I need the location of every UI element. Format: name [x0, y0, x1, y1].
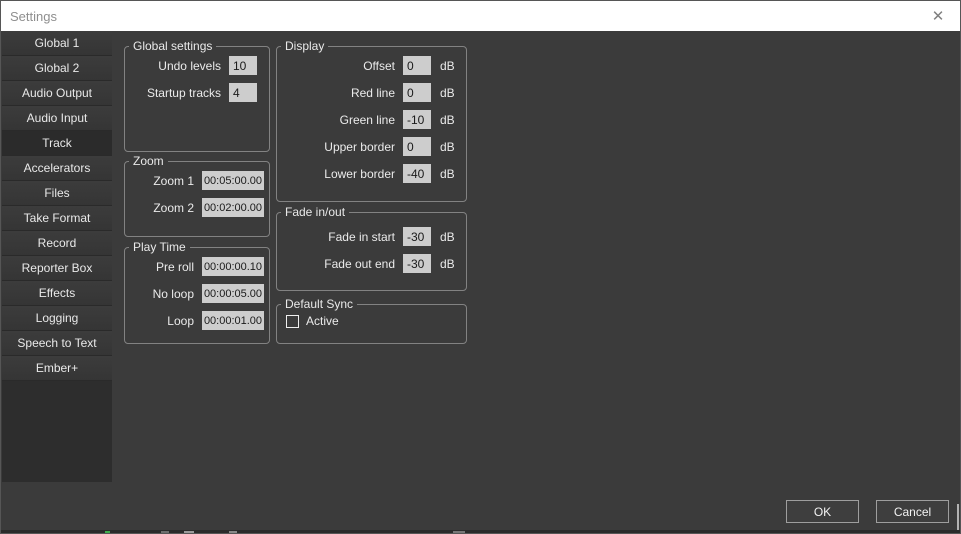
fade-out-end-label: Fade out end: [324, 257, 395, 271]
group-display: Display Offset dB Red line dB Green line…: [276, 39, 467, 202]
settings-sidebar: Global 1 Global 2 Audio Output Audio Inp…: [2, 31, 112, 482]
zoom-2-input[interactable]: [202, 198, 264, 217]
sidebar-item-track[interactable]: Track: [2, 131, 112, 156]
bottom-edge-strip: [1, 530, 960, 533]
active-checkbox-label: Active: [306, 314, 339, 328]
group-default-sync-title: Default Sync: [281, 297, 357, 311]
window-title: Settings: [1, 9, 57, 24]
sidebar-item-audio-input[interactable]: Audio Input: [2, 106, 112, 131]
fade-in-start-input[interactable]: [403, 227, 431, 246]
active-checkbox[interactable]: [286, 315, 299, 328]
taskbar-speck: [105, 531, 110, 533]
group-global-settings: Global settings Undo levels Startup trac…: [124, 39, 270, 152]
background-window-sliver: [957, 504, 959, 530]
zoom-1-input[interactable]: [202, 171, 264, 190]
green-line-label: Green line: [340, 113, 395, 127]
loop-input[interactable]: [202, 311, 264, 330]
group-play-time-title: Play Time: [129, 240, 190, 254]
settings-dialog: Settings ✕ Global 1 Global 2 Audio Outpu…: [0, 0, 961, 534]
upper-border-unit-label: dB: [440, 140, 456, 154]
sidebar-item-global-2[interactable]: Global 2: [2, 56, 112, 81]
sidebar-item-record[interactable]: Record: [2, 231, 112, 256]
taskbar-speck: [229, 531, 237, 533]
group-default-sync: Default Sync Active: [276, 297, 467, 344]
fade-in-start-label: Fade in start: [328, 230, 395, 244]
sidebar-item-accelerators[interactable]: Accelerators: [2, 156, 112, 181]
sidebar-item-audio-output[interactable]: Audio Output: [2, 81, 112, 106]
sidebar-item-ember[interactable]: Ember+: [2, 356, 112, 381]
zoom-2-label: Zoom 2: [153, 201, 194, 215]
green-line-input[interactable]: [403, 110, 431, 129]
sidebar-item-logging[interactable]: Logging: [2, 306, 112, 331]
cancel-button[interactable]: Cancel: [876, 500, 949, 523]
group-play-time: Play Time Pre roll No loop Loop: [124, 240, 270, 344]
undo-levels-input[interactable]: [229, 56, 257, 75]
green-line-unit-label: dB: [440, 113, 456, 127]
sidebar-item-effects[interactable]: Effects: [2, 281, 112, 306]
offset-label: Offset: [363, 59, 395, 73]
ok-button[interactable]: OK: [786, 500, 859, 523]
title-bar: Settings ✕: [1, 1, 960, 31]
offset-input[interactable]: [403, 56, 431, 75]
upper-border-label: Upper border: [324, 140, 395, 154]
red-line-input[interactable]: [403, 83, 431, 102]
startup-tracks-input[interactable]: [229, 83, 257, 102]
lower-border-label: Lower border: [324, 167, 395, 181]
taskbar-speck: [184, 531, 194, 533]
group-fade-in-out: Fade in/out Fade in start dB Fade out en…: [276, 205, 467, 291]
sidebar-item-take-format[interactable]: Take Format: [2, 206, 112, 231]
group-global-settings-title: Global settings: [129, 39, 216, 53]
offset-unit-label: dB: [440, 59, 456, 73]
fade-in-start-unit-label: dB: [440, 230, 456, 244]
red-line-unit-label: dB: [440, 86, 456, 100]
no-loop-label: No loop: [153, 287, 194, 301]
pre-roll-input[interactable]: [202, 257, 264, 276]
sidebar-item-global-1[interactable]: Global 1: [2, 31, 112, 56]
taskbar-speck: [453, 531, 465, 533]
red-line-label: Red line: [351, 86, 395, 100]
fade-out-end-unit-label: dB: [440, 257, 456, 271]
sidebar-item-reporter-box[interactable]: Reporter Box: [2, 256, 112, 281]
group-fade-title: Fade in/out: [281, 205, 349, 219]
group-display-title: Display: [281, 39, 328, 53]
zoom-1-label: Zoom 1: [153, 174, 194, 188]
pre-roll-label: Pre roll: [156, 260, 194, 274]
startup-tracks-label: Startup tracks: [147, 86, 221, 100]
upper-border-input[interactable]: [403, 137, 431, 156]
sidebar-item-files[interactable]: Files: [2, 181, 112, 206]
fade-out-end-input[interactable]: [403, 254, 431, 273]
sidebar-item-speech-to-text[interactable]: Speech to Text: [2, 331, 112, 356]
lower-border-input[interactable]: [403, 164, 431, 183]
group-zoom: Zoom Zoom 1 Zoom 2: [124, 154, 270, 237]
close-icon[interactable]: ✕: [920, 1, 956, 31]
loop-label: Loop: [167, 314, 194, 328]
group-zoom-title: Zoom: [129, 154, 168, 168]
taskbar-speck: [161, 531, 169, 533]
undo-levels-label: Undo levels: [158, 59, 221, 73]
lower-border-unit-label: dB: [440, 167, 456, 181]
no-loop-input[interactable]: [202, 284, 264, 303]
